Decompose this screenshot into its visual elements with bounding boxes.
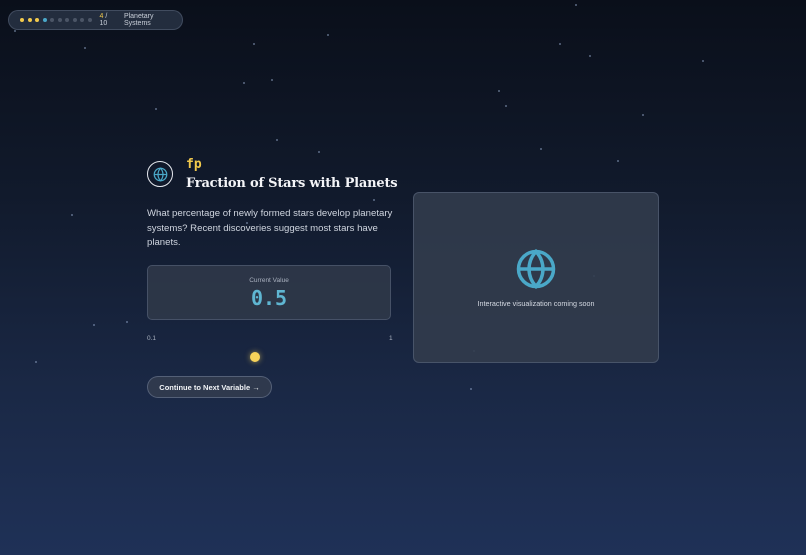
globe-icon <box>147 161 173 187</box>
progress-dot <box>42 18 47 22</box>
progress-dot <box>35 18 39 22</box>
star-dot <box>71 214 73 216</box>
slider-max-label: 1 <box>389 335 393 342</box>
variable-title: Fraction of Stars with Planets <box>186 176 398 191</box>
star-dot <box>14 30 16 32</box>
star-dot <box>243 82 245 84</box>
variable-description: What percentage of newly formed stars de… <box>147 208 393 249</box>
current-value-card: Current Value 0.5 <box>147 265 391 320</box>
star-dot <box>470 388 472 390</box>
star-dot <box>498 90 500 92</box>
progress-dot <box>27 18 32 22</box>
star-dot <box>253 43 255 45</box>
starfield-background <box>0 0 806 555</box>
star-dot <box>126 321 128 323</box>
progress-dot <box>87 18 92 22</box>
value-slider-thumb[interactable] <box>250 352 261 362</box>
star-dot <box>84 47 86 49</box>
slider-min-label: 0.1 <box>147 335 157 342</box>
progress-dot <box>20 18 24 22</box>
progress-dot <box>65 18 69 22</box>
continue-button[interactable]: Continue to Next Variable → <box>147 376 272 398</box>
current-value-label: Current Value <box>249 277 289 284</box>
progress-dot <box>57 18 62 22</box>
current-value-number: 0.5 <box>250 286 288 310</box>
star-dot <box>373 199 375 201</box>
star-dot <box>589 55 591 57</box>
star-dot <box>575 4 577 6</box>
progress-dot <box>50 18 54 22</box>
globe-icon <box>516 248 556 290</box>
star-dot <box>702 60 704 62</box>
visualization-message: Interactive visualization coming soon <box>477 299 595 308</box>
star-dot <box>318 151 320 153</box>
star-dot <box>327 34 329 36</box>
star-dot <box>155 108 157 110</box>
star-dot <box>93 324 95 326</box>
progress-dot <box>72 18 77 22</box>
star-dot <box>540 148 542 150</box>
progress-indicator: 4 / 10 Planetary Systems <box>8 10 183 30</box>
star-dot <box>617 160 619 162</box>
star-dot <box>276 139 278 141</box>
star-dot <box>505 105 507 107</box>
star-dot <box>271 79 273 81</box>
star-dot <box>559 43 561 45</box>
step-counter: 4 / 10 <box>100 13 117 27</box>
progress-dots <box>20 18 92 22</box>
star-dot <box>35 361 37 363</box>
progress-dot <box>80 18 84 22</box>
value-slider-track[interactable] <box>147 356 391 358</box>
visualization-panel: Interactive visualization coming soon <box>413 192 659 363</box>
variable-symbol: fp <box>186 157 202 172</box>
star-dot <box>642 114 644 116</box>
section-name: Planetary Systems <box>123 13 154 27</box>
